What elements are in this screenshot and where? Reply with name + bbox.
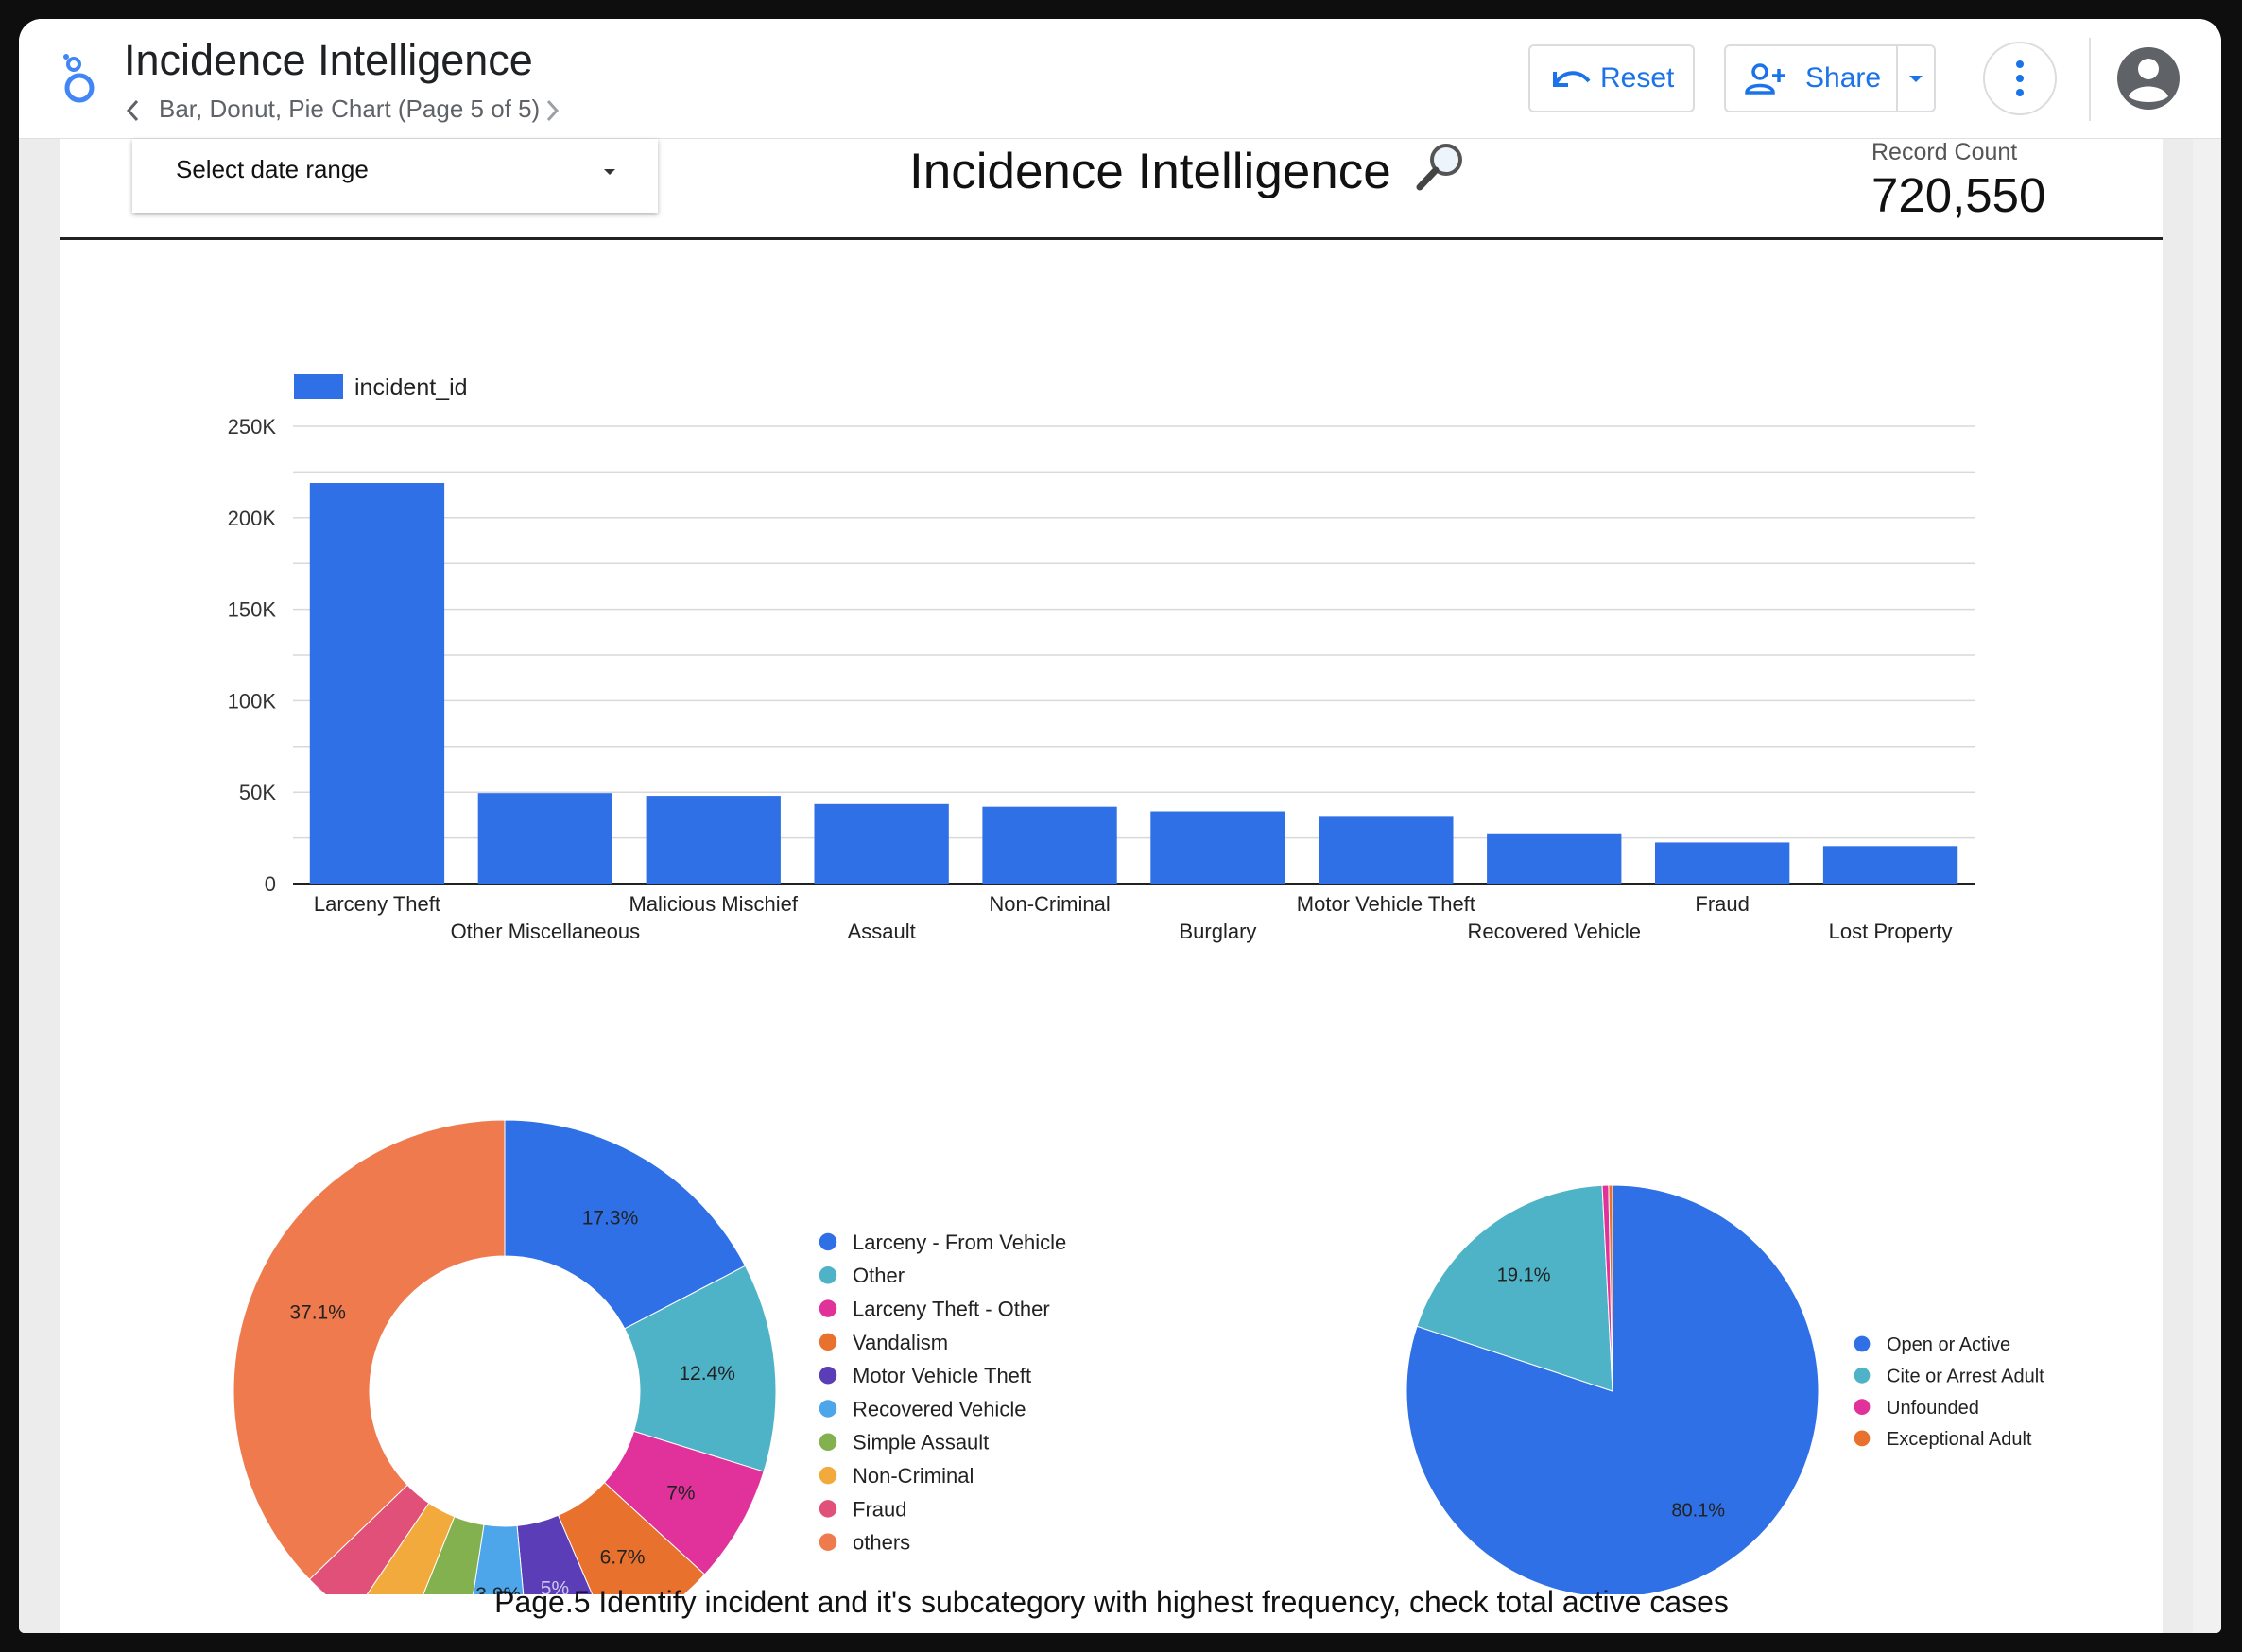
bar-recovered-vehicle (1487, 833, 1622, 884)
legend-marker (1854, 1430, 1871, 1447)
bar-non-criminal (982, 806, 1117, 884)
x-category-label: Lost Property (1829, 920, 1953, 943)
share-dropdown-icon[interactable] (1904, 66, 1928, 91)
legend-label: Cite or Arrest Adult (1887, 1367, 2044, 1387)
more-options-button[interactable] (1983, 42, 2057, 115)
breadcrumb-label: Bar, Donut, Pie Chart (Page 5 of 5) (159, 95, 541, 123)
x-category-label: Larceny Theft (314, 892, 440, 916)
legend-label: Other (853, 1264, 905, 1287)
reset-label: Reset (1600, 62, 1675, 94)
slice-data-label: 12.4% (679, 1363, 735, 1385)
legend-marker (819, 1466, 837, 1485)
legend-marker (819, 1366, 837, 1385)
bar-lost-property (1822, 846, 1958, 884)
account-avatar-icon[interactable] (2115, 45, 2182, 112)
subcategory-donut-chart: 17.3%12.4%7%6.7%5%3.9%37.1%Larceny - Fro… (233, 1119, 1066, 1594)
legend-label: Motor Vehicle Theft (853, 1364, 1031, 1387)
legend-marker (819, 1500, 837, 1518)
y-tick-label: 0 (265, 872, 276, 896)
bar-motor-vehicle-theft (1319, 816, 1454, 884)
page-breadcrumb[interactable]: Bar, Donut, Pie Chart (Page 5 of 5) (126, 95, 540, 124)
x-category-label: Other Miscellaneous (451, 920, 641, 943)
slice-data-label: 7% (666, 1482, 695, 1504)
y-tick-label: 250K (228, 415, 277, 439)
slice-data-label: 37.1% (289, 1301, 346, 1323)
legend-label: Exceptional Adult (1887, 1429, 2032, 1450)
x-category-label: Motor Vehicle Theft (1297, 892, 1475, 916)
legend-marker (1854, 1367, 1871, 1384)
legend-marker (819, 1333, 837, 1351)
app-title: Incidence Intelligence (124, 36, 533, 84)
bar-assault (814, 803, 949, 884)
slice-data-label: 80.1% (1671, 1501, 1725, 1522)
x-category-label: Assault (848, 920, 916, 943)
legend-marker (819, 1299, 837, 1317)
legend-marker (1854, 1399, 1871, 1415)
reset-button[interactable]: Reset (1528, 44, 1695, 112)
bar-larceny-theft (309, 483, 445, 884)
toolbar-divider (2089, 38, 2091, 121)
legend-label: Unfounded (1887, 1398, 1979, 1419)
top-bar: Incidence Intelligence Bar, Donut, Pie C… (19, 19, 2221, 139)
y-tick-label: 100K (228, 689, 277, 713)
x-category-label: Recovered Vehicle (1468, 920, 1641, 943)
report-canvas: Select date range Incidence Intelligence… (60, 139, 2163, 1633)
y-tick-label: 150K (228, 598, 277, 622)
incident-bar-chart: 0 50K 100K 150K 200K 250K Larceny Theft Other M… (228, 374, 1975, 943)
legend-label: Larceny Theft - Other (853, 1298, 1050, 1321)
legend-label: Non-Criminal (853, 1464, 974, 1488)
slice-data-label: 19.1% (1497, 1265, 1551, 1286)
looker-studio-logo-icon (63, 54, 95, 103)
legend-marker (819, 1533, 837, 1551)
next-page-icon[interactable] (543, 98, 560, 123)
more-vert-icon (2016, 60, 2024, 96)
legend-label: Larceny - From Vehicle (853, 1230, 1066, 1254)
bar-malicious-mischief (646, 796, 781, 884)
legend-label: Open or Active (1887, 1334, 2010, 1355)
undo-icon (1553, 71, 1591, 87)
legend-marker (819, 1433, 837, 1452)
bar-other-miscellaneous (477, 793, 613, 884)
resolution-pie-chart: 80.1% 19.1% Open or Active Cite or Arrest A… (1406, 1184, 2044, 1594)
x-category-label: Fraud (1695, 892, 1749, 916)
legend-label: others (853, 1531, 910, 1555)
legend-marker (819, 1232, 837, 1251)
legend-marker (819, 1266, 837, 1284)
add-person-icon (1745, 63, 1785, 95)
slice-others (233, 1119, 506, 1580)
legend-marker (819, 1400, 837, 1418)
y-tick-label: 200K (228, 507, 277, 530)
legend-label: Recovered Vehicle (853, 1397, 1026, 1420)
slice-data-label: 17.3% (582, 1208, 639, 1230)
x-category-label: Malicious Mischief (629, 892, 799, 916)
slice-data-label: 6.7% (600, 1547, 646, 1569)
app-window: Incidence Intelligence Bar, Donut, Pie C… (19, 19, 2221, 1633)
legend-label: Fraud (853, 1497, 906, 1521)
scrollbar[interactable] (2193, 139, 2221, 1633)
x-category-label: Burglary (1179, 920, 1256, 943)
y-tick-label: 50K (239, 781, 276, 804)
legend-marker (1854, 1335, 1871, 1352)
bar-burglary (1150, 811, 1285, 884)
legend-label: Vandalism (853, 1331, 948, 1354)
x-category-label: Non-Criminal (989, 892, 1110, 916)
share-label: Share (1805, 62, 1882, 94)
legend-swatch (294, 374, 343, 399)
legend-label: incident_id (354, 374, 468, 401)
share-divider (1896, 46, 1898, 111)
bar-fraud (1654, 842, 1790, 884)
report-area: Select date range Incidence Intelligence… (19, 139, 2221, 1633)
legend-label: Simple Assault (853, 1431, 989, 1454)
page-description: Page.5 Identify incident and it's subcat… (494, 1585, 1729, 1619)
